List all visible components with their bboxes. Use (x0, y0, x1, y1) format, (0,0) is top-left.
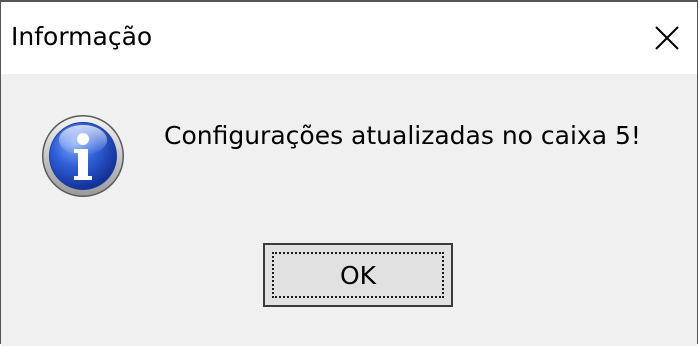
info-dialog: Informação Configurações atualizadas no … (0, 0, 698, 346)
close-icon (655, 26, 679, 50)
window-title: Informação (11, 22, 153, 51)
dialog-body: Configurações atualizadas no caixa 5! OK (1, 74, 697, 346)
ok-button[interactable]: OK (263, 243, 453, 307)
close-button[interactable] (637, 2, 697, 74)
ok-button-label: OK (339, 260, 377, 290)
dialog-message: Configurações atualizadas no caixa 5! (164, 121, 641, 150)
information-icon (42, 115, 124, 197)
title-bar: Informação (1, 2, 697, 74)
